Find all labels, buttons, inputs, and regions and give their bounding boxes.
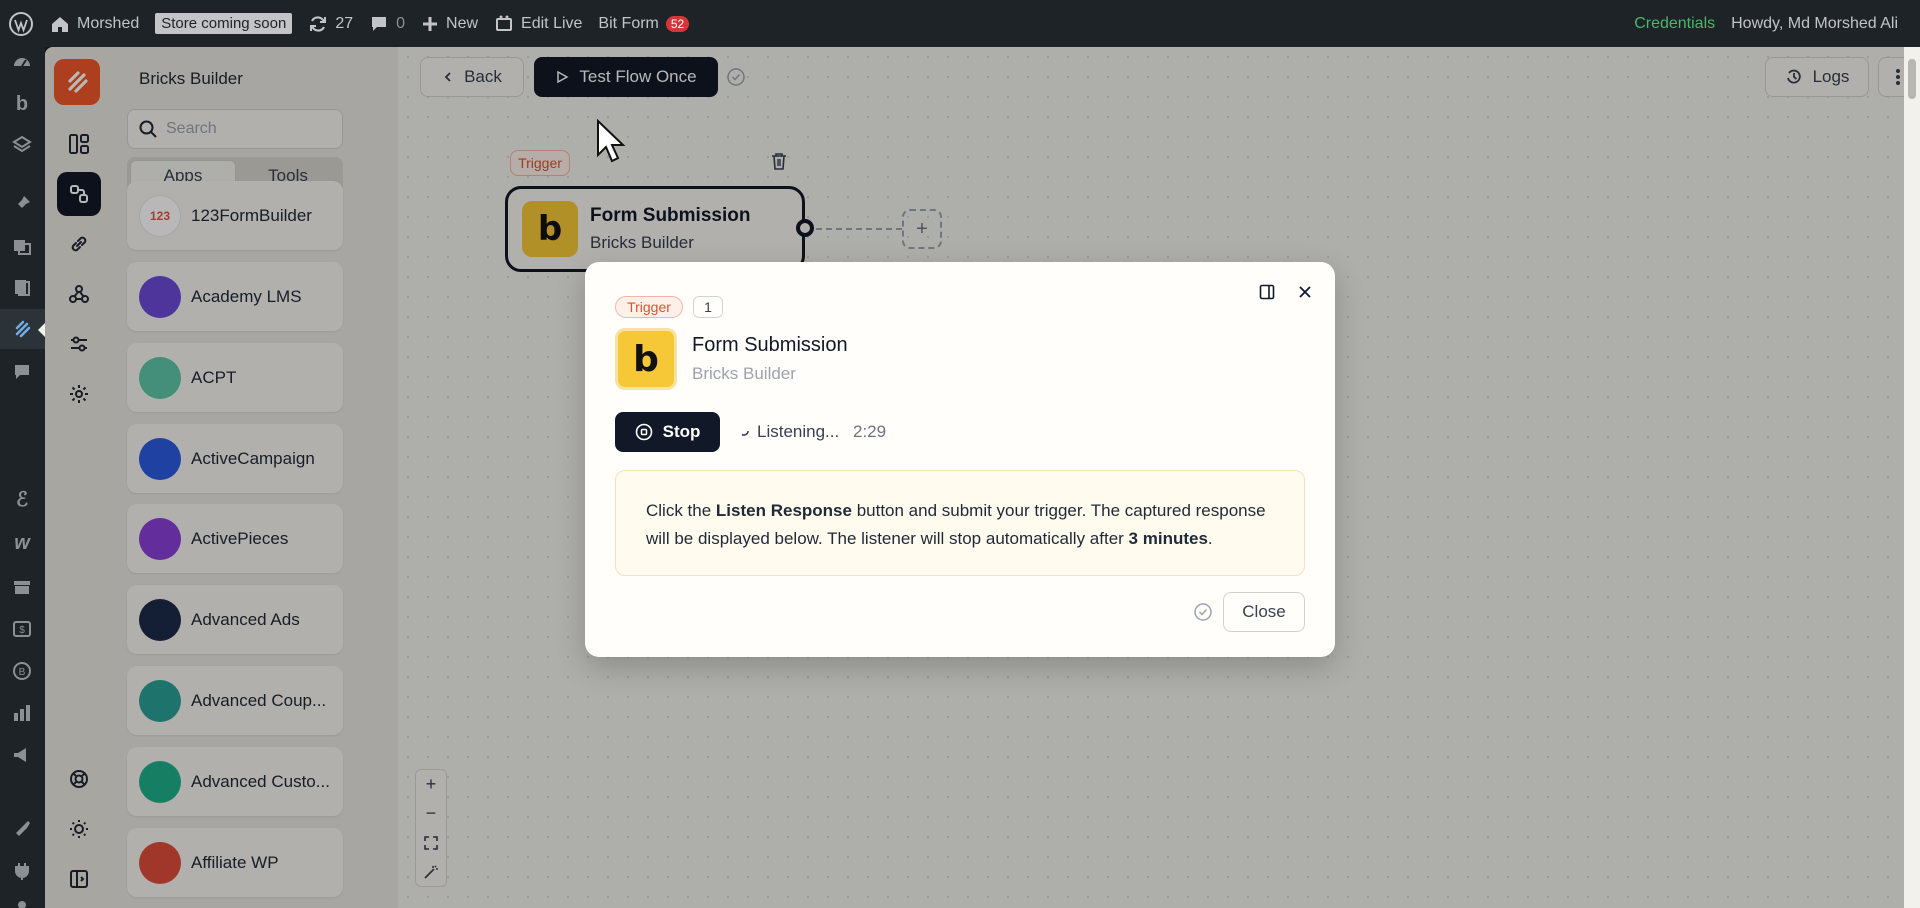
new-label: New [446,14,479,32]
stop-label: Stop [662,422,701,441]
comments-count: 0 [396,14,406,32]
analytics-icon[interactable] [10,701,34,725]
page-scrollbar[interactable] [1904,47,1920,908]
modal-step-number: 1 [693,296,723,318]
bit-form-label: Bit Form [598,14,659,32]
home-icon [52,16,68,32]
mouse-cursor-icon [596,119,626,165]
modal-subtitle: Bricks Builder [692,364,796,383]
info-text-suffix: . [1207,529,1213,548]
stop-circle-icon [635,423,652,441]
comments-menu-icon[interactable] [10,360,34,384]
layers-icon[interactable] [10,133,34,157]
edit-live-label: Edit Live [521,14,583,32]
close-label: Close [1242,602,1286,621]
edit-live-icon [496,15,513,31]
store-badge-label: Store coming soon [155,13,293,34]
updates-link[interactable]: 27 [300,0,361,47]
credentials-link[interactable]: Credentials [1626,0,1723,47]
info-text-duration: 3 minutes [1128,529,1208,548]
elementor-icon[interactable]: ℰ [10,487,34,511]
wp-admin-bar: Morshed Store coming soon 27 0 New Edit … [0,0,1920,47]
listen-info-box: Click the Listen Response button and sub… [615,470,1305,576]
wordpress-logo-icon[interactable] [0,0,42,47]
plugins-icon[interactable] [10,859,34,883]
expand-panel-icon[interactable] [1253,278,1281,306]
modal-trigger-tag: Trigger [615,296,683,318]
edit-live-link[interactable]: Edit Live [486,0,590,47]
users-icon[interactable] [10,897,34,908]
products-icon[interactable] [10,575,34,599]
payments-icon[interactable]: $ [10,617,34,641]
scrollbar-thumb[interactable] [1908,59,1916,99]
updates-count: 27 [335,14,354,32]
loading-spinner-icon [735,422,753,440]
media-icon[interactable] [10,234,34,258]
credentials-label: Credentials [1634,14,1716,32]
dashboard-icon[interactable] [10,51,34,75]
bit-form-link[interactable]: Bit Form 52 [590,0,697,47]
bit-form-menu-icon[interactable]: B [10,659,34,683]
appearance-icon[interactable] [10,815,34,839]
modal-title: Form Submission [692,334,848,356]
listening-timer: 2:29 [853,422,887,441]
wp-admin-menu: b ℰ w $ B [0,47,46,908]
new-content-link[interactable]: New [413,0,486,47]
woocommerce-icon[interactable]: w [10,531,34,555]
site-name: Morshed [77,14,140,32]
updates-icon [310,15,327,32]
listening-status: Listening... [757,422,840,441]
comments-link[interactable]: 0 [361,0,413,47]
marketing-icon[interactable] [10,743,34,767]
bit-flow-menu-icon[interactable] [10,317,34,341]
close-button[interactable]: Close [1223,592,1305,632]
howdy-label: Howdy, Md Morshed Ali [1731,14,1898,32]
user-account-menu[interactable]: Howdy, Md Morshed Ali [1723,0,1920,47]
modal-close-icon[interactable] [1291,278,1319,306]
test-trigger-modal: Trigger 1 b Form Submission Bricks Build… [585,262,1335,657]
pin-icon[interactable] [10,192,34,216]
info-text-listen-response: Listen Response [715,501,852,520]
status-check-icon [1193,602,1213,622]
info-text-prefix: Click the [646,501,716,520]
bit-form-count-badge: 52 [665,15,690,32]
bricks-icon[interactable]: b [10,92,34,116]
store-coming-soon-badge[interactable]: Store coming soon [147,0,300,47]
modal-bricks-logo-icon: b [615,328,677,390]
stop-listening-button[interactable]: Stop [615,412,720,452]
pages-icon[interactable] [10,275,34,299]
comment-icon [372,16,387,31]
svg-text:B: B [19,667,26,678]
site-name-link[interactable]: Morshed [42,0,147,47]
plus-icon [423,16,438,31]
svg-text:$: $ [19,625,25,636]
